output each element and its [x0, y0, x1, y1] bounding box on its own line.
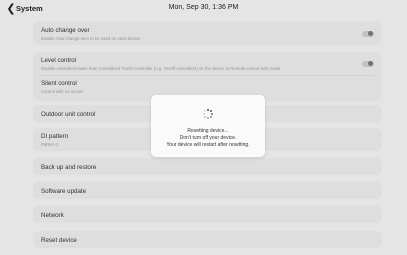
- resetting-dialog: Resetting device... Don't turn off your …: [151, 95, 265, 157]
- loading-spinner-icon: [203, 109, 214, 120]
- dialog-line-3: Your device will restart after resetting…: [166, 142, 250, 148]
- dialog-line-2: Don't turn off your device.: [179, 135, 237, 141]
- dialog-line-1: Resetting device...: [187, 128, 229, 134]
- system-settings-screen: ❮ System Mon, Sep 30, 1:36 PM Auto chang…: [0, 0, 407, 255]
